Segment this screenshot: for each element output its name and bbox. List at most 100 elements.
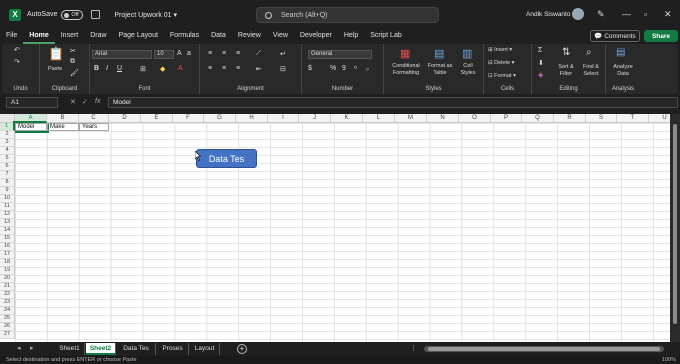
undo-icon[interactable]: ↶ — [14, 46, 20, 54]
currency-icon[interactable]: $ — [308, 65, 312, 72]
sheet-tab-proses[interactable]: Proses — [157, 343, 189, 355]
column-header-l[interactable]: L — [363, 114, 395, 123]
column-header-a[interactable]: A — [15, 114, 47, 123]
italic-icon[interactable]: I — [106, 65, 108, 72]
select-all-button[interactable] — [0, 114, 15, 123]
copy-icon[interactable]: ⧉ — [70, 58, 75, 66]
sheet-tab-sheet1[interactable]: Sheet1 — [55, 343, 85, 355]
data-tes-shape-button[interactable]: Data Tes — [196, 149, 257, 168]
pen-icon[interactable]: ✎ — [597, 9, 605, 20]
menu-help[interactable]: Help — [338, 29, 364, 44]
column-header-u[interactable]: U — [649, 114, 670, 123]
document-title[interactable]: Project Upwork 01 ▾ — [114, 11, 177, 19]
decrease-font-icon[interactable]: a — [187, 50, 191, 57]
row-header-21[interactable]: 21 — [0, 283, 15, 291]
indent-icon[interactable]: ⇤ — [256, 65, 262, 73]
minimize-icon[interactable]: — — [622, 9, 631, 19]
comma-icon[interactable]: 9 — [342, 65, 346, 72]
more-options-icon[interactable]: ⋮ — [410, 344, 417, 352]
align-top-icon[interactable]: ≡ — [208, 50, 212, 57]
menu-developer[interactable]: Developer — [294, 29, 338, 44]
row-header-23[interactable]: 23 — [0, 299, 15, 307]
align-left-icon[interactable]: ≡ — [208, 65, 212, 72]
row-header-2[interactable]: 2 — [0, 131, 15, 139]
cell-c1[interactable]: Years — [79, 123, 109, 131]
fill-color-icon[interactable]: ◆ — [160, 65, 165, 73]
font-color-icon[interactable]: A — [178, 65, 183, 72]
autosave-toggle[interactable]: Off — [61, 9, 84, 20]
row-header-6[interactable]: 6 — [0, 163, 15, 171]
horizontal-scroll-thumb[interactable] — [428, 347, 660, 351]
column-header-r[interactable]: R — [554, 114, 586, 123]
column-header-p[interactable]: P — [491, 114, 522, 123]
menu-formulas[interactable]: Formulas — [164, 29, 205, 44]
borders-icon[interactable]: ⊞ — [140, 65, 146, 73]
row-header-3[interactable]: 3 — [0, 139, 15, 147]
column-header-n[interactable]: N — [427, 114, 459, 123]
spreadsheet-grid[interactable]: Model Make Years ABCDEFGHIJKLMNOPQRSTU12… — [0, 114, 670, 342]
column-header-o[interactable]: O — [459, 114, 491, 123]
analyze-data-button[interactable]: Analyze Data — [608, 64, 638, 77]
save-icon[interactable] — [91, 10, 101, 19]
row-header-10[interactable]: 10 — [0, 195, 15, 203]
decrease-decimal-icon[interactable]: ₀ — [366, 65, 369, 72]
align-middle-icon[interactable]: ≡ — [222, 50, 226, 57]
search-box[interactable]: Search (Alt+Q) — [256, 7, 439, 23]
row-header-8[interactable]: 8 — [0, 179, 15, 187]
row-header-15[interactable]: 15 — [0, 235, 15, 243]
name-box[interactable]: A1 — [6, 97, 58, 108]
column-header-q[interactable]: Q — [522, 114, 554, 123]
row-header-18[interactable]: 18 — [0, 259, 15, 267]
redo-icon[interactable]: ↷ — [14, 58, 20, 66]
tab-next-icon[interactable]: ▸ — [30, 344, 34, 352]
row-header-9[interactable]: 9 — [0, 187, 15, 195]
row-header-4[interactable]: 4 — [0, 147, 15, 155]
delete-cells-button[interactable]: ⊟ Delete ▾ — [488, 60, 528, 67]
horizontal-scrollbar[interactable] — [424, 346, 664, 352]
underline-icon[interactable]: U — [117, 65, 122, 72]
row-header-13[interactable]: 13 — [0, 219, 15, 227]
row-header-22[interactable]: 22 — [0, 291, 15, 299]
column-header-e[interactable]: E — [141, 114, 173, 123]
row-header-11[interactable]: 11 — [0, 203, 15, 211]
align-bottom-icon[interactable]: ≡ — [236, 50, 240, 57]
close-icon[interactable]: ✕ — [664, 9, 672, 20]
menu-script-lab[interactable]: Script Lab — [364, 29, 408, 44]
paste-icon[interactable]: 📋 — [48, 46, 64, 62]
column-header-m[interactable]: M — [395, 114, 427, 123]
column-header-s[interactable]: S — [586, 114, 617, 123]
row-header-17[interactable]: 17 — [0, 251, 15, 259]
row-header-27[interactable]: 27 — [0, 331, 15, 339]
align-right-icon[interactable]: ≡ — [236, 65, 240, 72]
number-format-select[interactable]: General — [308, 50, 372, 59]
sort-filter-button[interactable]: Sort & Filter — [554, 64, 578, 77]
bold-icon[interactable]: B — [94, 65, 99, 72]
merge-center-icon[interactable]: ⊟ — [280, 65, 286, 73]
menu-view[interactable]: View — [267, 29, 294, 44]
vertical-scroll-thumb[interactable] — [673, 124, 677, 324]
column-header-f[interactable]: F — [173, 114, 204, 123]
format-cells-button[interactable]: ⊡ Format ▾ — [488, 73, 528, 80]
column-header-j[interactable]: J — [299, 114, 331, 123]
share-button[interactable]: Share — [644, 30, 678, 42]
row-header-20[interactable]: 20 — [0, 275, 15, 283]
fill-icon[interactable]: ⬇ — [538, 59, 544, 67]
column-header-b[interactable]: B — [47, 114, 79, 123]
restore-icon[interactable]: ▫ — [644, 9, 647, 19]
cancel-icon[interactable]: ✕ — [70, 98, 76, 106]
column-header-t[interactable]: T — [617, 114, 649, 123]
user-name[interactable]: Andik Siswanto — [526, 11, 570, 18]
orientation-icon[interactable]: ⟋ — [256, 50, 261, 58]
increase-font-icon[interactable]: A — [177, 50, 182, 57]
vertical-scrollbar[interactable] — [670, 114, 680, 342]
percent-icon[interactable]: % — [330, 65, 336, 72]
sheet-tab-sheet2[interactable]: Sheet2 — [86, 343, 116, 355]
row-header-16[interactable]: 16 — [0, 243, 15, 251]
menu-data[interactable]: Data — [205, 29, 232, 44]
insert-cells-button[interactable]: ⊞ Insert ▾ — [488, 47, 528, 54]
zoom-level[interactable]: 100% — [662, 356, 676, 364]
row-header-5[interactable]: 5 — [0, 155, 15, 163]
menu-file[interactable]: File — [0, 29, 23, 44]
tab-prev-icon[interactable]: ◂ — [17, 344, 21, 352]
find-select-button[interactable]: Find & Select — [578, 64, 604, 77]
